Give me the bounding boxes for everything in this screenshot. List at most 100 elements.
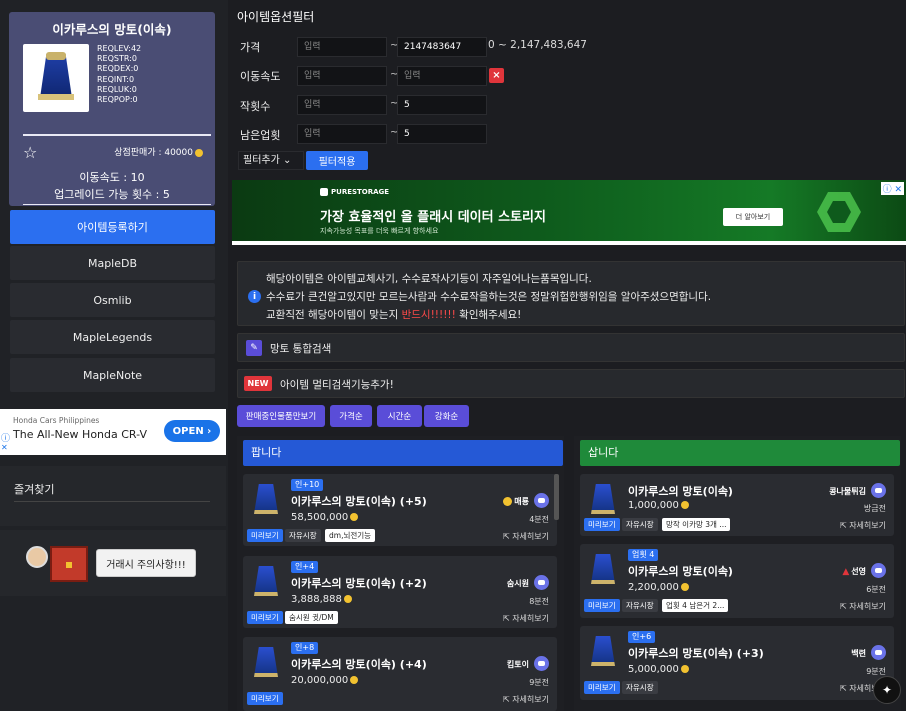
honda-ad-banner[interactable]: Honda Cars Philippines The All-New Honda… [0, 409, 226, 455]
remaining-min-input[interactable]: 입력 [297, 124, 387, 144]
price-min-input[interactable]: 입력 [297, 37, 387, 57]
speed-max-input[interactable]: 입력 [397, 66, 487, 86]
listing-card[interactable]: 인+8 이카루스의 망토(이속) (+4) 20,000,000 킴토이 9분전… [243, 637, 557, 711]
cape-icon [251, 564, 281, 598]
cape-icon [251, 482, 281, 516]
preview-button[interactable]: 미리보기 [247, 529, 283, 542]
multi-search-bar[interactable]: NEW 아이템 멀티검색기능추가! [237, 369, 905, 398]
discord-icon[interactable] [871, 645, 886, 660]
ad-advertiser: Honda Cars Philippines [13, 416, 100, 425]
preview-button[interactable]: 미리보기 [584, 681, 620, 694]
listing-tag: 인+6 [628, 631, 656, 643]
ad-close-icon[interactable]: ✕ [1, 443, 8, 452]
ad-headline: 가장 효율적인 올 플래시 데이터 스토리지 [320, 210, 546, 225]
preview-button[interactable]: 미리보기 [584, 599, 620, 612]
listing-note: 숨시원 귓/DM [285, 611, 338, 624]
sell-list-scrollbar[interactable] [554, 474, 559, 520]
view-details-link[interactable]: ⇱ 자세히보기 [503, 531, 549, 542]
discord-icon[interactable] [871, 563, 886, 578]
discord-icon[interactable] [871, 483, 886, 498]
upgrade-max-input[interactable]: 5 [397, 95, 487, 115]
discord-icon[interactable] [534, 493, 549, 508]
ad-headline: The All-New Honda CR-V [13, 428, 147, 441]
cape-icon [588, 552, 618, 586]
listing-price: 5,000,000 [628, 664, 689, 675]
buy-column: 삽니다 이카루스의 망토(이속) 1,000,000 콩나물튀김 방금전 미리보… [574, 436, 901, 711]
sort-time-button[interactable]: 시간순 [377, 405, 422, 427]
ad-cta-button[interactable]: 더 알아보기 [723, 208, 783, 226]
buyer-name: 백련 [851, 649, 866, 658]
listing-time: 8분전 [529, 597, 549, 606]
new-badge: NEW [244, 376, 272, 391]
ad-open-button[interactable]: OPEN › [164, 420, 220, 442]
listing-time: 6분전 [866, 585, 886, 594]
listing-tag: 인+4 [291, 561, 319, 573]
listing-card[interactable]: 이카루스의 망토(이속) 1,000,000 콩나물튀김 방금전 미리보기 자유… [580, 474, 894, 536]
nav-link-maplelegends[interactable]: MapleLegends [10, 320, 215, 354]
trade-warning-area: 거래시 주의사항!!! [0, 530, 226, 596]
buy-column-header: 삽니다 [580, 440, 900, 466]
listing-name: 이카루스의 망토(이속) (+4) [291, 658, 427, 671]
sort-price-button[interactable]: 가격순 [330, 405, 372, 427]
listing-card[interactable]: 업횟 4 이카루스의 망토(이속) 2,200,000 ▲ 선영 6분전 미리보기… [580, 544, 894, 618]
view-details-link[interactable]: ⇱ 자세히보기 [503, 613, 549, 624]
notice-line-1: 해당아이템은 아이템교체사기, 수수료작사기등이 자주일어나는품목입니다. [266, 273, 592, 285]
item-info-card: 이카루스의 망토(이속) REQLEV:42 REQSTR:0 REQDEX:0… [9, 12, 215, 206]
multi-search-label: 아이템 멀티검색기능추가! [280, 379, 394, 391]
npc-character-icon [22, 544, 88, 584]
card-divider-bottom [23, 204, 211, 205]
star-icon[interactable]: ☆ [23, 143, 37, 162]
item-image [23, 44, 89, 112]
listing-time: 9분전 [529, 678, 549, 687]
cape-icon [34, 52, 78, 102]
buyer-name: 콩나물튀김 [829, 487, 866, 496]
price-max-input[interactable]: 2147483647 [397, 37, 487, 57]
listing-name: 이카루스의 망토(이속) [628, 565, 733, 578]
filter-apply-button[interactable]: 필터적용 [306, 151, 368, 170]
edit-icon: ✎ [246, 340, 262, 356]
nav-link-mapledb[interactable]: MapleDB [10, 246, 215, 280]
listing-price: 2,200,000 [628, 582, 689, 593]
coin-icon [350, 676, 359, 684]
trade-warning-button[interactable]: 거래시 주의사항!!! [96, 549, 196, 577]
remaining-max-input[interactable]: 5 [397, 124, 487, 144]
register-item-button[interactable]: 아이템등록하기 [10, 210, 215, 244]
free-market-button[interactable]: 자유시장 [622, 599, 658, 612]
upgrade-min-input[interactable]: 입력 [297, 95, 387, 115]
preview-button[interactable]: 미리보기 [247, 692, 283, 705]
discord-icon[interactable] [534, 656, 549, 671]
nav-link-maplenote[interactable]: MapleNote [10, 358, 215, 392]
listing-price: 58,500,000 [291, 512, 359, 523]
view-details-link[interactable]: ⇱ 자세히보기 [503, 694, 549, 705]
listing-card[interactable]: 인+10 이카루스의 망토(이속) (+5) 58,500,000 매룡 4분전… [243, 474, 557, 546]
view-details-link[interactable]: ⇱ 자세히보기 [840, 601, 886, 612]
cape-search-bar[interactable]: ✎ 망토 통합검색 [237, 333, 905, 362]
coin-icon [680, 583, 689, 591]
free-market-button[interactable]: 자유시장 [285, 529, 321, 542]
preview-button[interactable]: 미리보기 [247, 611, 283, 624]
view-details-link[interactable]: ⇱ 자세히보기 [840, 520, 886, 531]
remove-filter-button[interactable]: × [489, 68, 504, 83]
buyer-name: ▲ 선영 [842, 567, 866, 577]
filter-add-select[interactable]: 필터추가 ⌄ [238, 151, 304, 170]
cape-icon [588, 482, 618, 516]
free-market-button[interactable]: 자유시장 [622, 681, 658, 694]
listing-note: 망작 이카망 3개 ... [662, 518, 731, 531]
preview-button[interactable]: 미리보기 [584, 518, 620, 531]
sort-selling-only-button[interactable]: 판매중인물품만보기 [237, 405, 325, 427]
magic-wand-icon[interactable]: ✦ [873, 676, 901, 704]
card-divider [23, 134, 211, 136]
speed-min-input[interactable]: 입력 [297, 66, 387, 86]
listing-card[interactable]: 인+6 이카루스의 망토(이속) (+3) 5,000,000 백련 9분전 미… [580, 626, 894, 700]
discord-icon[interactable] [534, 575, 549, 590]
sort-enhance-button[interactable]: 강화순 [424, 405, 469, 427]
free-market-button[interactable]: 자유시장 [622, 518, 658, 531]
shop-sell-price: 상점판매가 : 40000 [114, 145, 203, 158]
filter-title: 아이템옵션필터 [237, 10, 315, 24]
ad-choices-icon[interactable]: ⓘ ✕ [880, 182, 904, 195]
seller-name: 매룡 [503, 496, 529, 507]
warning-notice: i 해당아이템은 아이템교체사기, 수수료작사기등이 자주일어나는품목입니다. … [237, 261, 905, 326]
nav-link-osmlib[interactable]: Osmlib [10, 283, 215, 317]
purestorage-ad-banner[interactable]: PURESTORAGE 가장 효율적인 올 플래시 데이터 스토리지 지속가능성… [232, 180, 906, 245]
listing-card[interactable]: 인+4 이카루스의 망토(이속) (+2) 3,888,888 숨시원 8분전 … [243, 556, 557, 628]
